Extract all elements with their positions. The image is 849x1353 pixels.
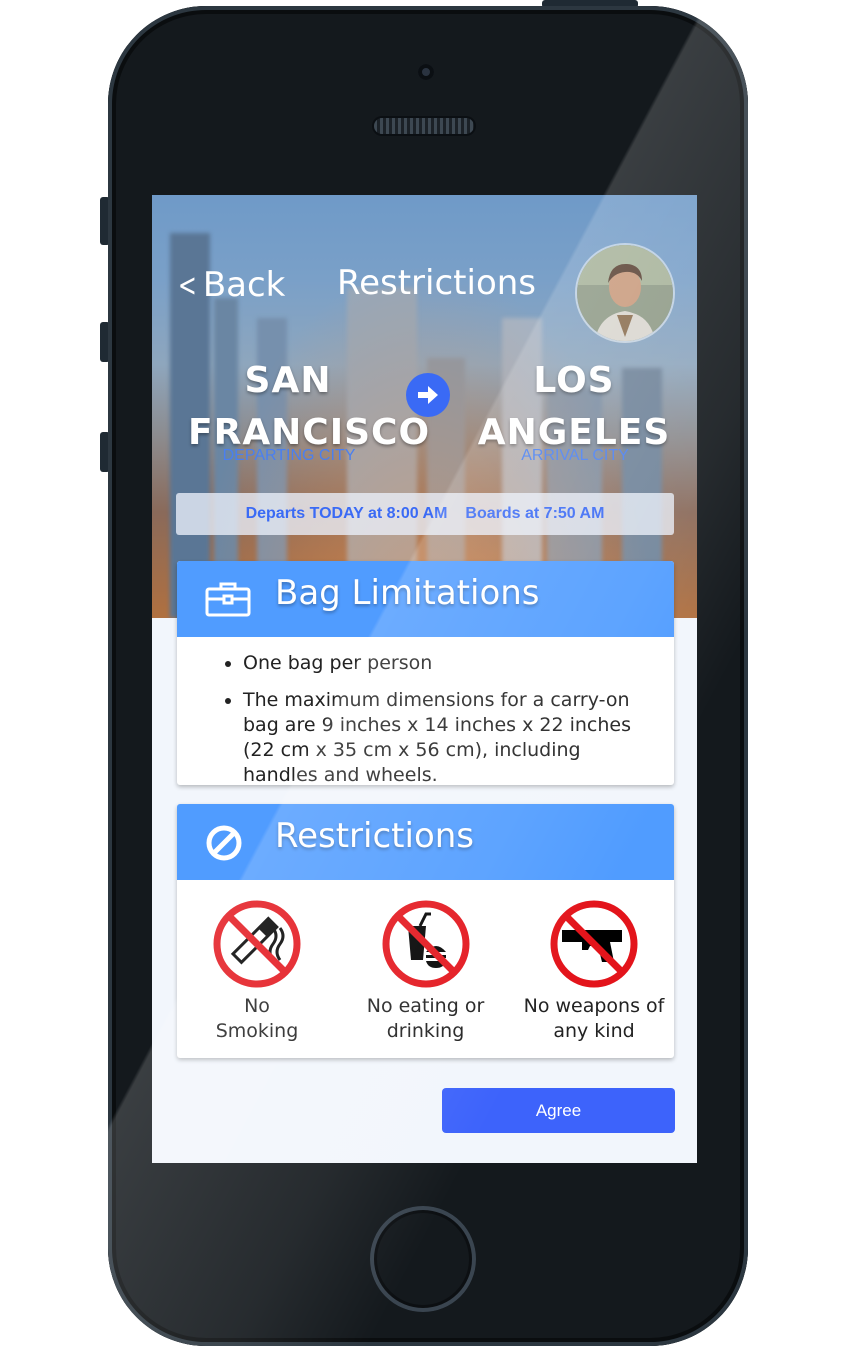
arrow-right-icon — [406, 373, 450, 417]
no-weapons-icon — [550, 900, 638, 988]
bag-limitations-card: Bag Limitations One bag per person The m… — [177, 561, 674, 785]
restriction-label: No weapons of any kind — [514, 994, 674, 1044]
app-screen: < Back Restrictions SAN FRANCISCO DEPARTI… — [152, 195, 697, 1163]
arrival-city-line1: LOS — [533, 360, 615, 401]
restriction-label-line1: No weapons of — [523, 995, 665, 1017]
restriction-label-line1: No — [244, 995, 270, 1017]
avatar[interactable] — [577, 245, 673, 341]
back-button[interactable]: < Back — [174, 263, 285, 305]
departing-city: SAN FRANCISCO — [188, 355, 429, 459]
departing-city-line1: SAN — [244, 360, 332, 401]
agree-button[interactable]: Agree — [442, 1088, 675, 1133]
flight-time-bar: Departs TODAY at 8:00 AM Boards at 7:50 … — [176, 493, 674, 535]
restriction-label-line2: any kind — [553, 1020, 635, 1042]
prohibited-icon — [205, 824, 243, 866]
no-food-drink-icon — [382, 900, 469, 988]
back-label: Back — [202, 264, 286, 305]
boards-time: Boards at 7:50 AM — [465, 505, 605, 522]
departing-city-label: DEPARTING CITY — [222, 447, 356, 464]
chevron-left-icon: < — [178, 265, 197, 304]
restriction-no-weapons: No weapons of any kind — [514, 900, 674, 1044]
restrictions-header: Restrictions — [177, 804, 674, 880]
restriction-no-smoking: No Smoking — [177, 900, 337, 1044]
front-camera — [418, 64, 434, 80]
restriction-label: No Smoking — [177, 994, 337, 1044]
bag-limitations-header: Bag Limitations — [177, 561, 674, 637]
no-smoking-icon — [213, 900, 301, 988]
earpiece-speaker — [374, 118, 474, 134]
list-item: The maximum dimensions for a carry-on ba… — [243, 688, 644, 785]
briefcase-icon — [205, 581, 251, 621]
restrictions-card: Restrictions No Smoking No eating or dri… — [177, 804, 674, 1058]
restrictions-title: Restrictions — [275, 816, 475, 856]
restriction-label-line2: drinking — [386, 1020, 465, 1042]
departs-time: Departs TODAY at 8:00 AM — [245, 505, 448, 522]
restriction-no-eating: No eating or drinking — [346, 900, 506, 1044]
page-title: Restrictions — [337, 263, 537, 303]
arrival-city-label: ARRIVAL CITY — [521, 447, 629, 464]
arrival-city: LOS ANGELES — [474, 355, 674, 459]
hero-background: < Back Restrictions SAN FRANCISCO DEPARTI… — [152, 195, 697, 618]
restriction-label-line2: Smoking — [215, 1020, 299, 1042]
bag-rules-list: One bag per person The maximum dimension… — [177, 637, 674, 785]
restriction-label-line1: No eating or — [366, 995, 485, 1017]
restriction-label: No eating or drinking — [346, 994, 506, 1044]
home-button — [370, 1206, 476, 1312]
bag-limitations-title: Bag Limitations — [275, 573, 540, 613]
list-item: One bag per person — [243, 651, 644, 676]
